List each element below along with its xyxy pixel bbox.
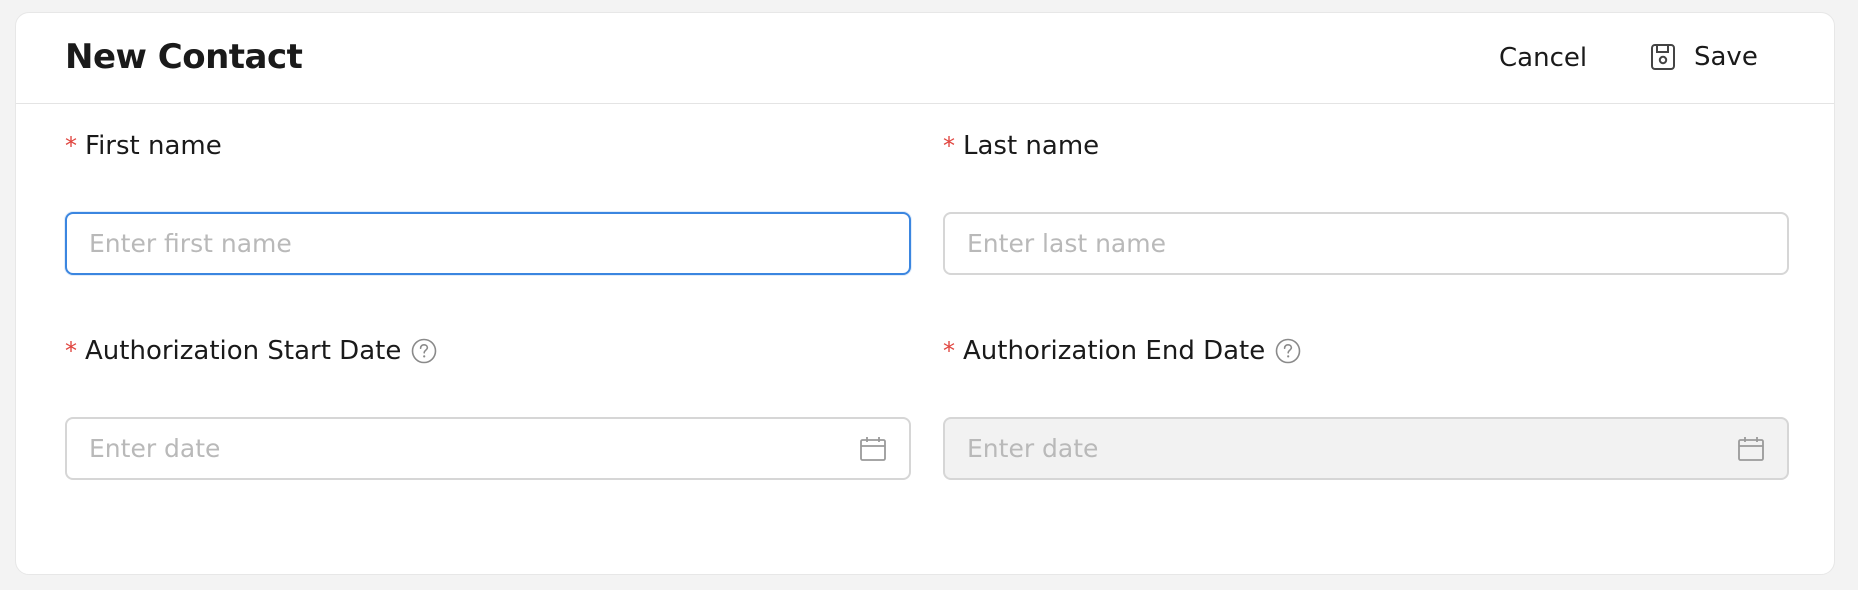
- required-mark: *: [65, 337, 77, 365]
- last-name-label-text: Last name: [963, 131, 1100, 161]
- auth-start-date-label: * Authorization Start Date: [65, 336, 437, 366]
- required-mark: *: [943, 337, 955, 365]
- auth-start-date-label-text: Authorization Start Date: [85, 336, 402, 366]
- last-name-input[interactable]: [967, 214, 1727, 273]
- new-contact-card: New Contact Cancel Save * First name * L…: [15, 12, 1835, 575]
- required-mark: *: [943, 132, 955, 160]
- auth-end-date-input: [967, 419, 1727, 478]
- save-button-label: Save: [1694, 42, 1758, 72]
- first-name-input[interactable]: [89, 214, 849, 273]
- last-name-label: * Last name: [943, 131, 1099, 161]
- first-name-label: * First name: [65, 131, 222, 161]
- last-name-field[interactable]: [943, 212, 1789, 275]
- calendar-icon[interactable]: [859, 435, 887, 463]
- question-circle-icon[interactable]: [411, 338, 437, 364]
- save-icon: [1650, 43, 1676, 71]
- auth-end-date-label: * Authorization End Date: [943, 336, 1301, 366]
- auth-end-date-label-text: Authorization End Date: [963, 336, 1266, 366]
- card-header: New Contact Cancel Save: [16, 13, 1834, 104]
- auth-start-date-field[interactable]: [65, 417, 911, 480]
- calendar-icon: [1737, 435, 1765, 463]
- first-name-label-text: First name: [85, 131, 222, 161]
- question-circle-icon[interactable]: [1275, 338, 1301, 364]
- required-mark: *: [65, 132, 77, 160]
- first-name-field[interactable]: [65, 212, 911, 275]
- save-button[interactable]: Save: [1650, 39, 1758, 75]
- auth-end-date-field: [943, 417, 1789, 480]
- page-title: New Contact: [65, 37, 303, 77]
- cancel-button[interactable]: Cancel: [1499, 43, 1587, 73]
- auth-start-date-input[interactable]: [89, 419, 849, 478]
